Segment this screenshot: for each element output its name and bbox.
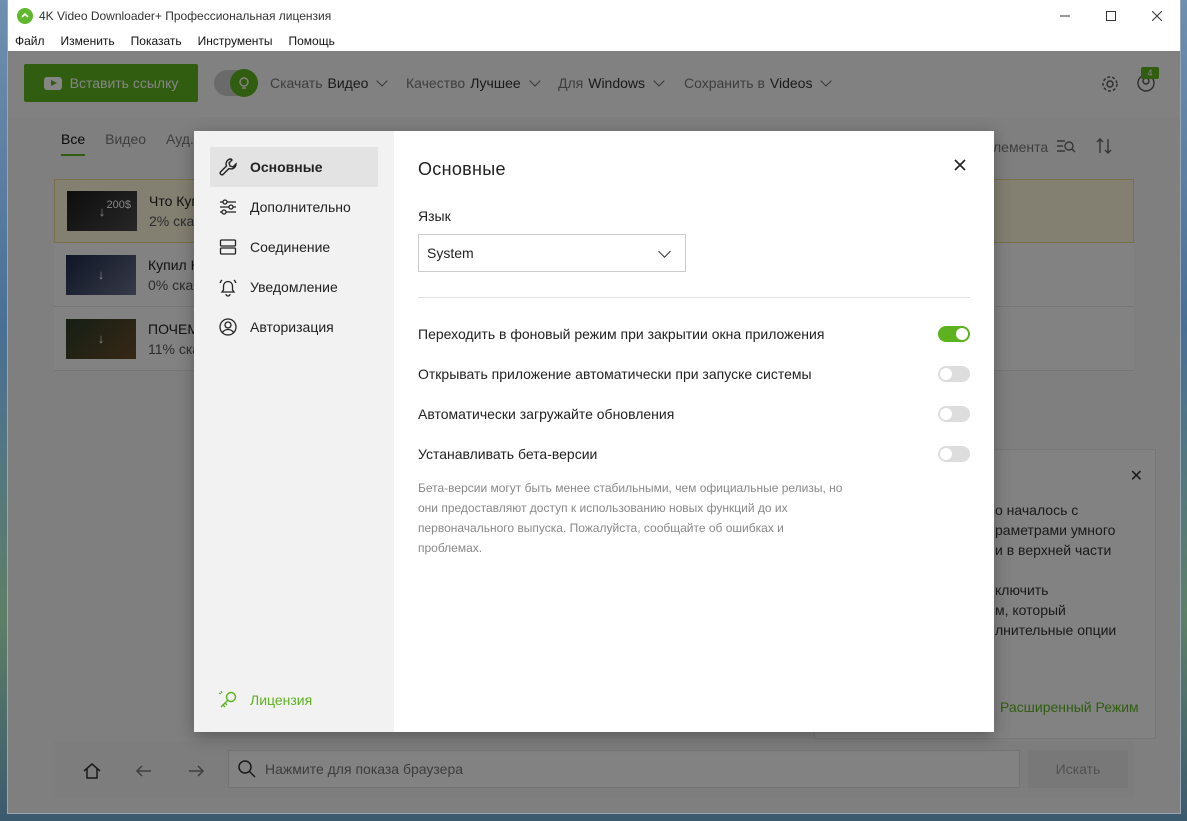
app-logo-icon <box>17 7 33 24</box>
menu-bar: Файл Изменить Показать Инструменты Помощ… <box>8 31 1180 51</box>
sidebar-item-label: Основные <box>250 159 323 175</box>
sidebar-item-label: Дополнительно <box>250 199 351 215</box>
option-label: Устанавливать бета-версии <box>418 446 598 462</box>
option-auto-update: Автоматически загружайте обновления <box>418 402 970 426</box>
toggle-switch[interactable] <box>938 446 970 462</box>
page-title: Основные <box>418 159 506 179</box>
menu-help[interactable]: Помощь <box>281 34 343 48</box>
option-background-mode: Переходить в фоновый режим при закрытии … <box>418 322 970 346</box>
sidebar-item-connection[interactable]: Соединение <box>210 227 378 267</box>
option-autostart: Открывать приложение автоматически при з… <box>418 362 970 386</box>
option-label: Открывать приложение автоматически при з… <box>418 366 812 382</box>
close-window-button[interactable] <box>1134 0 1180 31</box>
sidebar-item-authorization[interactable]: Авторизация <box>210 307 378 347</box>
divider <box>418 297 970 298</box>
chevron-down-icon <box>658 245 671 258</box>
option-label: Переходить в фоновый режим при закрытии … <box>418 326 825 342</box>
maximize-button[interactable] <box>1088 0 1134 31</box>
menu-edit[interactable]: Изменить <box>53 34 123 48</box>
language-label: Язык <box>418 208 451 224</box>
sidebar-item-general[interactable]: Основные <box>210 147 378 187</box>
sidebar-item-label: Авторизация <box>250 319 334 335</box>
toggle-switch[interactable] <box>938 406 970 422</box>
sliders-icon <box>220 199 236 215</box>
settings-content: Основные Язык System Переходить в фоновы… <box>394 131 994 732</box>
user-circle-icon <box>219 318 237 336</box>
language-select[interactable]: System <box>418 234 686 272</box>
menu-view[interactable]: Показать <box>123 34 190 48</box>
wrench-icon <box>219 158 237 176</box>
title-bar: 4K Video Downloader+ Профессиональная ли… <box>8 0 1180 31</box>
minimize-button[interactable] <box>1042 0 1088 31</box>
menu-tools[interactable]: Инструменты <box>190 34 281 48</box>
option-beta: Устанавливать бета-версии <box>418 442 970 466</box>
sidebar-item-label: Уведомление <box>250 279 338 295</box>
server-icon <box>219 239 237 255</box>
settings-dialog: Основные Дополнительно Соединение Уведом… <box>194 131 994 732</box>
bell-icon <box>219 279 237 297</box>
sidebar-item-notifications[interactable]: Уведомление <box>210 267 378 307</box>
key-icon <box>218 690 237 708</box>
settings-sidebar: Основные Дополнительно Соединение Уведом… <box>194 131 394 732</box>
license-link[interactable]: Лицензия <box>218 690 312 710</box>
license-label: Лицензия <box>250 692 313 708</box>
option-label: Автоматически загружайте обновления <box>418 406 675 422</box>
menu-file[interactable]: Файл <box>8 34 53 48</box>
beta-description: Бета-версии могут быть менее стабильными… <box>418 481 843 555</box>
sidebar-item-label: Соединение <box>250 239 331 255</box>
toggle-switch[interactable] <box>938 366 970 382</box>
toggle-switch[interactable] <box>938 326 970 342</box>
language-value: System <box>427 245 474 261</box>
sidebar-item-advanced[interactable]: Дополнительно <box>210 187 378 227</box>
window-title: 4K Video Downloader+ Профессиональная ли… <box>39 8 332 23</box>
close-icon[interactable] <box>950 155 970 175</box>
